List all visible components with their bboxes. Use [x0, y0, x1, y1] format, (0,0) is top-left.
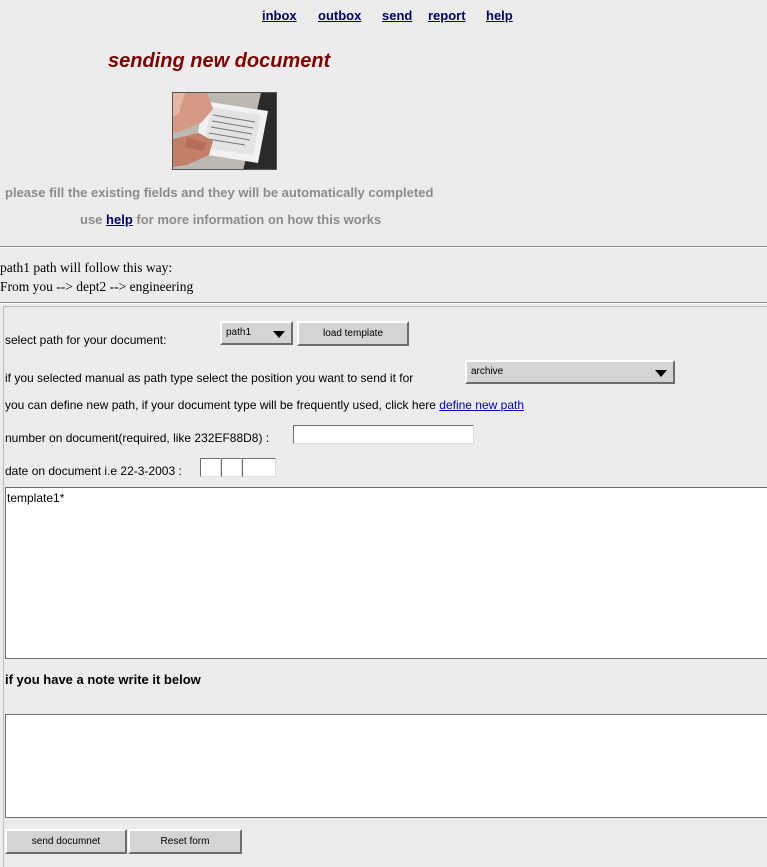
path-select[interactable]: path1	[220, 321, 293, 345]
document-photo	[172, 92, 277, 170]
date-year-input[interactable]	[242, 458, 276, 477]
note-textarea[interactable]	[5, 714, 767, 818]
manual-position-label: if you selected manual as path type sele…	[5, 371, 414, 385]
path-description-line2: From you --> dept2 --> engineering	[0, 279, 194, 294]
note-label: if you have a note write it below	[5, 672, 201, 687]
path-description: path1 path will follow this way: From yo…	[0, 258, 193, 296]
nav-report-link[interactable]: report	[428, 8, 466, 23]
document-date-label: date on document i.e 22-3-2003 :	[5, 464, 182, 478]
chevron-down-icon	[273, 331, 285, 338]
document-number-label: number on document(required, like 232EF8…	[5, 431, 270, 445]
document-photo-image	[173, 93, 276, 169]
divider	[0, 246, 767, 248]
select-path-label: select path for your document:	[5, 333, 167, 347]
position-select[interactable]: archive	[465, 360, 675, 384]
path-select-value: path1	[226, 327, 252, 338]
load-template-button[interactable]: load template	[297, 321, 409, 346]
help-prefix: use	[80, 212, 103, 227]
nav-inbox-link[interactable]: inbox	[262, 8, 297, 23]
define-new-path-link[interactable]: define new path	[439, 398, 524, 412]
define-path-label: you can define new path, if your documen…	[5, 398, 436, 412]
chevron-down-icon	[655, 370, 667, 377]
top-nav: inbox outbox send report help	[0, 8, 767, 28]
date-month-input[interactable]	[221, 458, 242, 477]
nav-help-link[interactable]: help	[486, 8, 513, 23]
position-select-value: archive	[471, 366, 504, 377]
reset-form-button[interactable]: Reset form	[128, 829, 242, 854]
nav-outbox-link[interactable]: outbox	[318, 8, 361, 23]
define-path-text: you can define new path, if your documen…	[5, 398, 524, 412]
fill-instructions: please fill the existing fields and they…	[5, 185, 434, 200]
path-description-line1: path1 path will follow this way:	[0, 260, 173, 275]
date-day-input[interactable]	[200, 458, 221, 477]
document-number-input[interactable]	[293, 425, 474, 444]
template-textarea[interactable]: template1*	[5, 487, 767, 659]
help-instructions: use help for more information on how thi…	[80, 212, 381, 227]
divider	[0, 302, 767, 304]
page-title: sending new document	[108, 50, 331, 72]
send-document-button[interactable]: send documnet	[5, 829, 127, 854]
help-link[interactable]: help	[106, 212, 133, 227]
help-suffix: for more information on how this works	[136, 212, 382, 227]
nav-send-link[interactable]: send	[382, 8, 412, 23]
